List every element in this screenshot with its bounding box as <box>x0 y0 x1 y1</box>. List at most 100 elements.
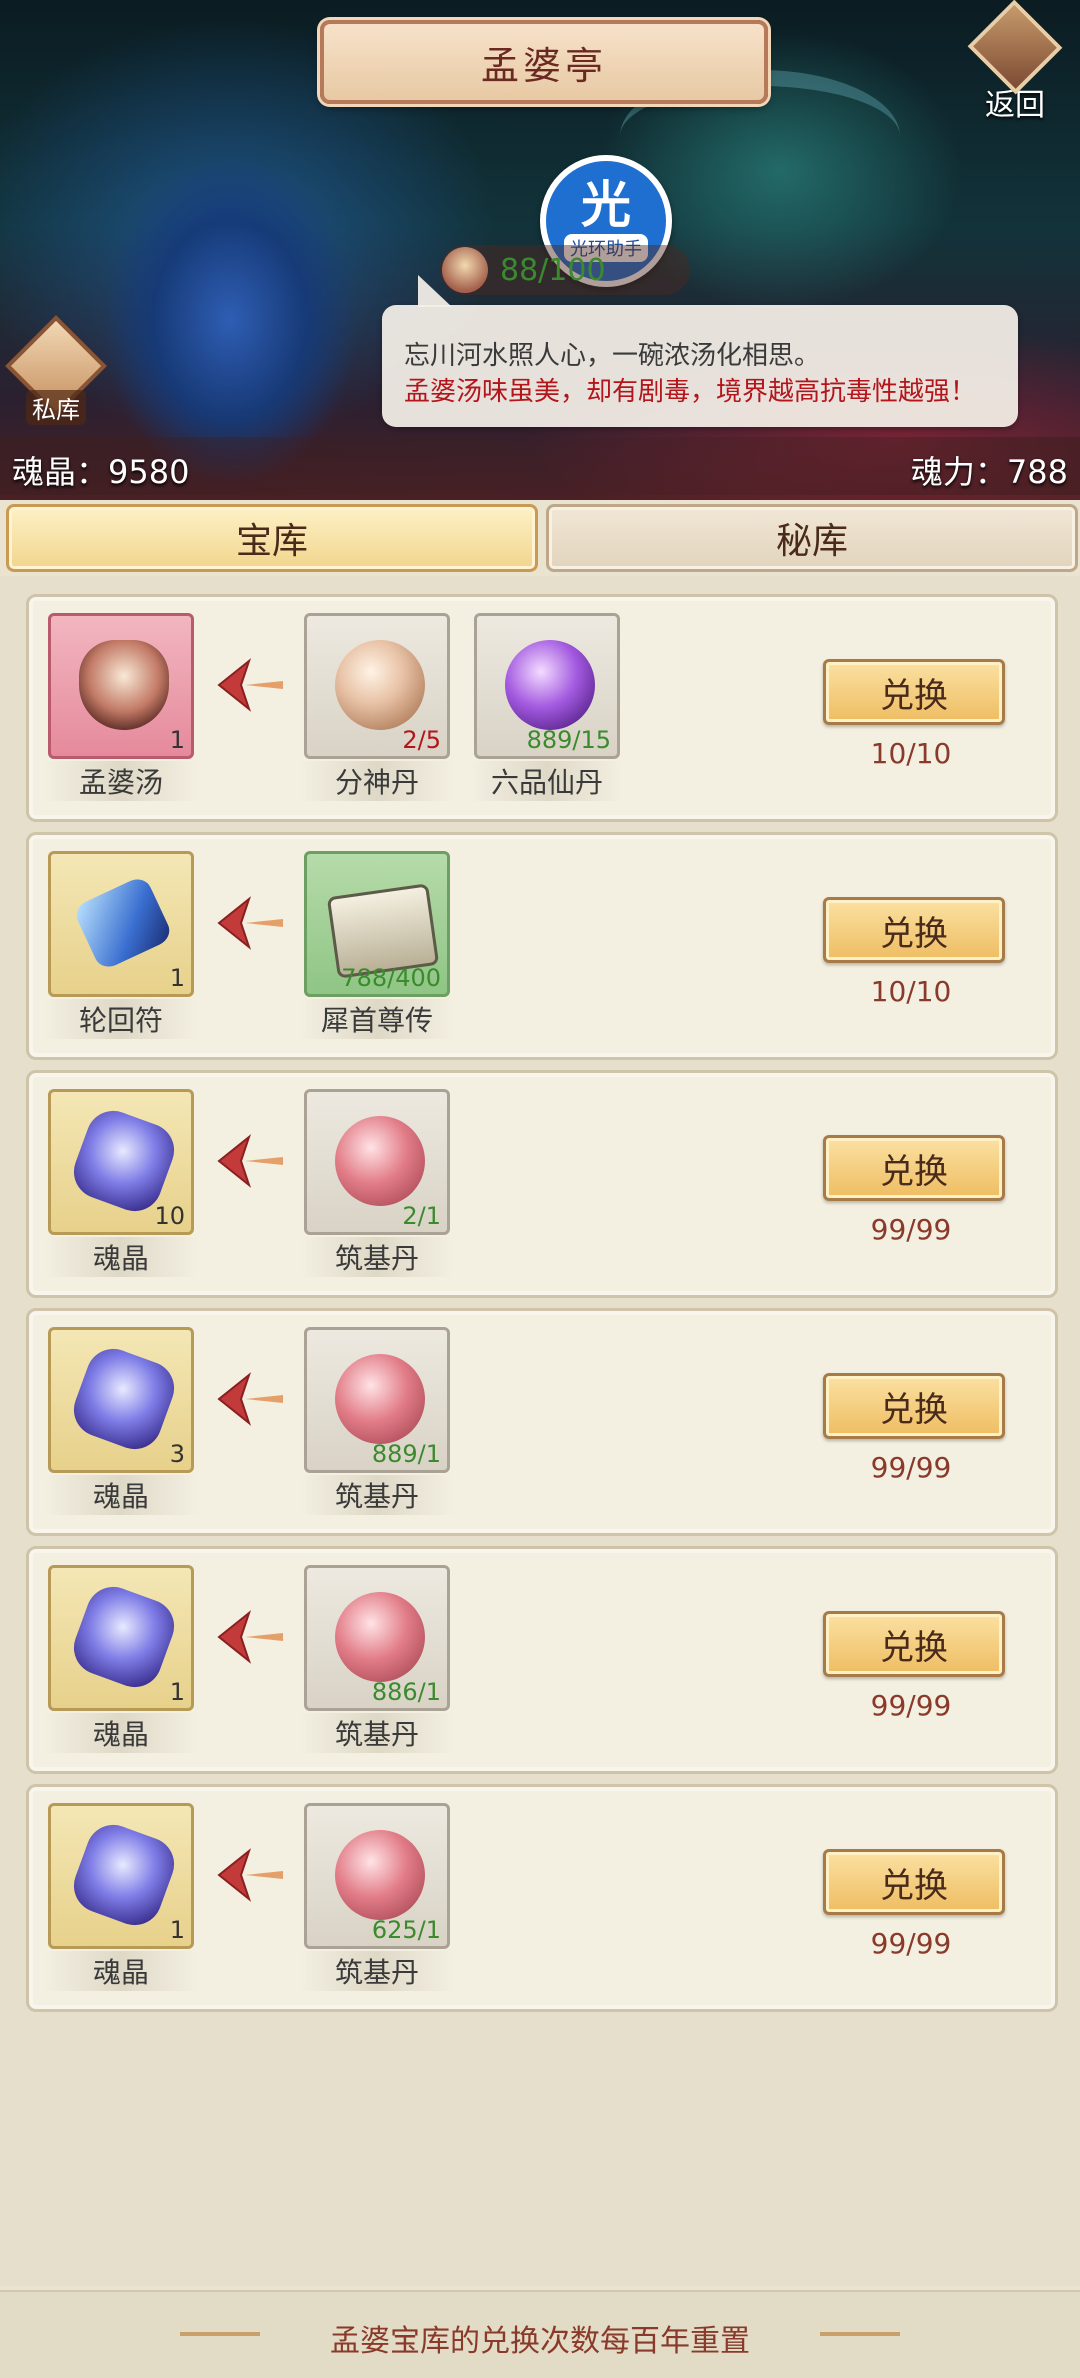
reward-item[interactable]: 3 魂晶 <box>45 1327 197 1515</box>
cost-item[interactable]: 889/15 六品仙丹 <box>471 613 623 801</box>
back-arrow-icon <box>967 0 1063 95</box>
exchange-limit: 99/99 <box>870 1689 952 1722</box>
speech-bubble: 忘川河水照人心，一碗浓汤化相思。 孟婆汤味虽美，却有剧毒，境界越高抗毒性越强！ <box>382 275 1018 427</box>
exchange-row: 1 魂晶 625/1 筑基丹 兑换 99/99 <box>26 1784 1058 2012</box>
item-count: 625/1 <box>371 1916 441 1944</box>
item-count: 10 <box>154 1202 185 1230</box>
exchange-row: 10 魂晶 2/1 筑基丹 兑换 99/99 <box>26 1070 1058 1298</box>
speech-line-2: 孟婆汤味虽美，却有剧毒，境界越高抗毒性越强！ <box>404 377 977 407</box>
red-pill-icon <box>335 1116 425 1206</box>
item-count: 889/15 <box>526 726 611 754</box>
reward-item[interactable]: 1 魂晶 <box>45 1565 197 1753</box>
exchange-arrow-icon <box>217 1372 283 1426</box>
item-count: 1 <box>169 1916 185 1944</box>
item-name: 六品仙丹 <box>471 761 623 801</box>
cost-item[interactable]: 2/5 分神丹 <box>301 613 453 801</box>
item-slot: 10 <box>48 1089 194 1235</box>
reward-item[interactable]: 1 孟婆汤 <box>45 613 197 801</box>
tan-pill-icon <box>335 640 425 730</box>
private-vault-button[interactable]: 私库 <box>5 315 107 430</box>
item-name: 筑基丹 <box>301 1951 453 1991</box>
exchange-button[interactable]: 兑换 <box>823 659 1005 725</box>
header-scene: 孟婆亭 返回 光 光环助手 88/100 忘川河水照人心，一碗浓汤化相思。 孟婆… <box>0 0 1080 500</box>
exchange-button[interactable]: 兑换 <box>823 1373 1005 1439</box>
exchange-arrow-icon <box>217 1848 283 1902</box>
exchange-limit: 10/10 <box>870 737 952 770</box>
tab-treasury[interactable]: 宝库 <box>6 504 538 572</box>
item-count: 889/1 <box>371 1440 441 1468</box>
exchange-row: 3 魂晶 889/1 筑基丹 兑换 99/99 <box>26 1308 1058 1536</box>
cost-item[interactable]: 886/1 筑基丹 <box>301 1565 453 1753</box>
reset-note: 孟婆宝库的兑换次数每百年重置 <box>330 2324 750 2359</box>
item-slot: 2/1 <box>304 1089 450 1235</box>
cost-item[interactable]: 625/1 筑基丹 <box>301 1803 453 1991</box>
cost-item[interactable]: 788/400 犀首尊传 <box>301 851 453 1039</box>
item-count: 1 <box>169 964 185 992</box>
item-name: 魂晶 <box>45 1951 197 1991</box>
exchange-limit: 99/99 <box>870 1927 952 1960</box>
helper-glyph-icon: 光 <box>581 176 631 234</box>
tab-secret-vault[interactable]: 秘库 <box>546 504 1078 572</box>
exchange-limit: 99/99 <box>870 1451 952 1484</box>
reward-item[interactable]: 1 轮回符 <box>45 851 197 1039</box>
exchange-button[interactable]: 兑换 <box>823 1611 1005 1677</box>
item-count: 3 <box>169 1440 185 1468</box>
item-slot: 1 <box>48 1565 194 1711</box>
item-count: 2/5 <box>402 726 441 754</box>
speech-line-1: 忘川河水照人心，一碗浓汤化相思。 <box>404 341 821 371</box>
item-name: 孟婆汤 <box>45 761 197 801</box>
footer: 孟婆宝库的兑换次数每百年重置 <box>0 2290 1080 2378</box>
item-slot: 889/1 <box>304 1327 450 1473</box>
red-pill-icon <box>335 1830 425 1920</box>
soul-crystal-count: 魂晶：9580 <box>12 453 190 491</box>
soul-power-count: 魂力：788 <box>910 453 1068 491</box>
soul-crystal-icon <box>66 1817 182 1933</box>
item-name: 魂晶 <box>45 1237 197 1277</box>
cost-item[interactable]: 889/1 筑基丹 <box>301 1327 453 1515</box>
back-button[interactable]: 返回 <box>960 0 1070 124</box>
exchange-list: 1 孟婆汤 2/5 分神丹 889/15 六品仙丹 兑换 10/10 1 轮回符… <box>0 576 1080 2286</box>
item-slot: 1 <box>48 613 194 759</box>
talisman-icon <box>71 874 175 972</box>
exchange-arrow-icon <box>217 658 283 712</box>
item-name: 筑基丹 <box>301 1237 453 1277</box>
soup-progress-value: 88/100 <box>500 252 606 288</box>
cost-item[interactable]: 2/1 筑基丹 <box>301 1089 453 1277</box>
exchange-limit: 10/10 <box>870 975 952 1008</box>
item-slot: 1 <box>48 851 194 997</box>
footer-ornament-right <box>820 2332 900 2336</box>
item-name: 分神丹 <box>301 761 453 801</box>
item-count: 1 <box>169 726 185 754</box>
exchange-button[interactable]: 兑换 <box>823 897 1005 963</box>
item-count: 2/1 <box>402 1202 441 1230</box>
reward-item[interactable]: 10 魂晶 <box>45 1089 197 1277</box>
soul-crystal-icon <box>66 1579 182 1695</box>
item-slot: 889/15 <box>474 613 620 759</box>
stat-bar: 魂晶：9580 魂力：788 <box>0 437 1080 495</box>
item-name: 犀首尊传 <box>301 999 453 1039</box>
exchange-row: 1 孟婆汤 2/5 分神丹 889/15 六品仙丹 兑换 10/10 <box>26 594 1058 822</box>
item-name: 魂晶 <box>45 1713 197 1753</box>
purple-orb-icon <box>505 640 595 730</box>
exchange-button[interactable]: 兑换 <box>823 1849 1005 1915</box>
vault-tabs: 宝库 秘库 <box>0 500 1080 572</box>
item-count: 788/400 <box>341 964 441 992</box>
private-vault-label: 私库 <box>26 390 86 425</box>
exchange-arrow-icon <box>217 1610 283 1664</box>
item-name: 筑基丹 <box>301 1713 453 1753</box>
item-count: 1 <box>169 1678 185 1706</box>
reward-item[interactable]: 1 魂晶 <box>45 1803 197 1991</box>
item-count: 886/1 <box>371 1678 441 1706</box>
exchange-limit: 99/99 <box>870 1213 952 1246</box>
item-name: 轮回符 <box>45 999 197 1039</box>
item-name: 魂晶 <box>45 1475 197 1515</box>
item-name: 筑基丹 <box>301 1475 453 1515</box>
exchange-button[interactable]: 兑换 <box>823 1135 1005 1201</box>
soup-icon <box>79 640 169 730</box>
item-slot: 625/1 <box>304 1803 450 1949</box>
item-slot: 788/400 <box>304 851 450 997</box>
red-pill-icon <box>335 1592 425 1682</box>
item-slot: 1 <box>48 1803 194 1949</box>
item-slot: 2/5 <box>304 613 450 759</box>
page-title: 孟婆亭 <box>320 20 768 104</box>
